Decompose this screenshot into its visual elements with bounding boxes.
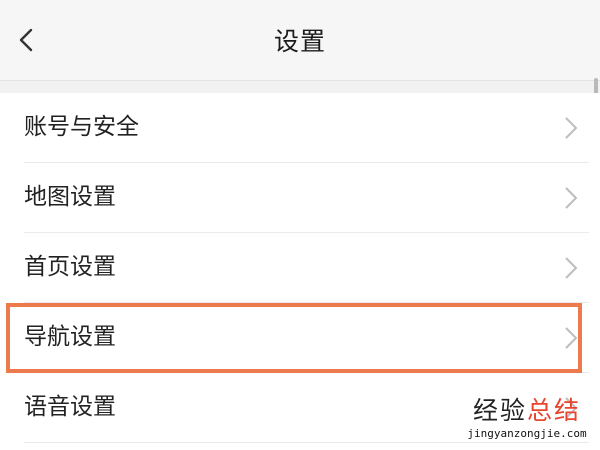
settings-item-home[interactable]: 首页设置 [0, 233, 600, 302]
chevron-right-icon [565, 117, 578, 139]
settings-item-label: 账号与安全 [24, 114, 139, 140]
watermark: 经验总结 jingyanzongjie.com [462, 397, 592, 441]
divider [24, 442, 589, 443]
watermark-text-dark: 经验 [472, 396, 527, 425]
settings-item-label: 地图设置 [24, 184, 116, 210]
nav-header: 设置 [0, 0, 600, 81]
watermark-logo-text: 经验总结 [462, 397, 592, 425]
page-title: 设置 [273, 27, 326, 56]
settings-item-map[interactable]: 地图设置 [0, 163, 600, 232]
watermark-text-accent: 总结 [527, 396, 582, 425]
chevron-right-icon [565, 257, 578, 279]
settings-item-account-security[interactable]: 账号与安全 [0, 93, 600, 162]
watermark-url: jingyanzongjie.com [467, 427, 587, 440]
chevron-right-icon [565, 187, 578, 209]
settings-item-label: 首页设置 [24, 254, 116, 280]
settings-item-label: 语音设置 [24, 394, 116, 420]
highlight-box [6, 303, 582, 373]
